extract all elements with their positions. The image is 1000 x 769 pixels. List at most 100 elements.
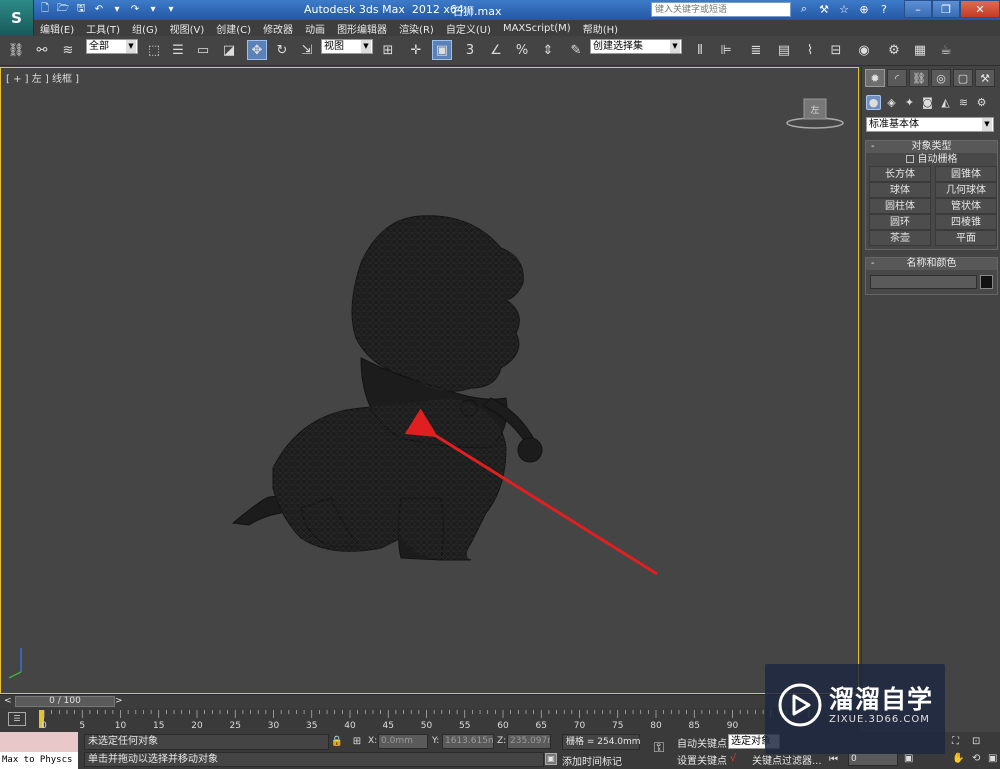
customize-qa-icon[interactable]: ▾ — [164, 2, 178, 16]
add-time-tag[interactable]: 添加时间标记 — [562, 753, 622, 768]
undo-icon[interactable]: ↶ — [92, 2, 106, 16]
material-editor-icon[interactable]: ◉ — [854, 40, 874, 60]
menu-graph-editors[interactable]: 图形编辑器 — [331, 21, 393, 36]
select-manipulate-icon[interactable]: ✛ — [406, 40, 426, 60]
sign-in-icon[interactable]: ⊕ — [857, 2, 871, 16]
rendered-frame-window-icon[interactable]: ▦ — [910, 40, 930, 60]
maximize-viewport-icon[interactable]: ▣ — [988, 753, 997, 764]
align-icon[interactable]: ⊫ — [716, 40, 736, 60]
auto-key-button[interactable]: 自动关键点 — [677, 735, 727, 750]
named-selection-dropdown[interactable]: 创建选择集 ▼ — [590, 39, 682, 54]
curve-editor-icon[interactable]: ⌇ — [800, 40, 820, 60]
bind-space-warp-icon[interactable]: ≋ — [58, 40, 78, 60]
pan-icon[interactable]: ✋ — [952, 753, 964, 764]
track-bar[interactable]: ☰ 0 5 10 15 20 25 30 35 40 45 50 55 60 65 70 75 80 85 90 — [0, 708, 859, 732]
display-tab-icon[interactable]: ▢ — [953, 69, 973, 87]
menu-rendering[interactable]: 渲染(R) — [393, 21, 440, 36]
absolute-mode-icon[interactable]: ⊞ — [350, 735, 364, 749]
window-crossing-icon[interactable]: ◪ — [219, 40, 239, 60]
y-coordinate-field[interactable]: 1613.615m — [442, 734, 494, 749]
time-config-icon[interactable]: ▣ — [904, 753, 913, 764]
category-dropdown[interactable]: 标准基本体 ▼ — [866, 117, 994, 132]
undo-dropdown-icon[interactable]: ▾ — [110, 2, 124, 16]
zoom-extents-icon[interactable]: ⛶ — [952, 736, 959, 747]
time-slider[interactable]: < 0 / 100 > — [0, 694, 859, 708]
minimize-icon[interactable]: – — [904, 0, 932, 18]
space-warps-icon[interactable]: ≋ — [956, 95, 971, 110]
sphere-button[interactable]: 球体 — [869, 182, 931, 198]
autogrid-checkbox[interactable]: 自动栅格 — [866, 153, 997, 166]
graphite-tools-icon[interactable]: ▤ — [774, 40, 794, 60]
menu-maxscript[interactable]: MAXScript(M) — [497, 23, 577, 34]
help-icon[interactable]: ? — [877, 2, 891, 16]
go-to-start-icon[interactable]: ⏮ — [829, 754, 838, 765]
snaps-toggle-icon[interactable]: 3 — [460, 40, 480, 60]
menu-edit[interactable]: 编辑(E) — [34, 21, 80, 36]
prev-frame-icon[interactable]: < — [4, 696, 12, 706]
menu-help[interactable]: 帮助(H) — [577, 21, 624, 36]
menu-animation[interactable]: 动画 — [299, 21, 331, 36]
star-icon[interactable]: ☆ — [837, 2, 851, 16]
redo-icon[interactable]: ↷ — [128, 2, 142, 16]
pivot-center-icon[interactable]: ⊞ — [378, 40, 398, 60]
app-logo-button[interactable]: S — [0, 0, 34, 36]
frame-ruler[interactable]: 0 5 10 15 20 25 30 35 40 45 50 55 60 65 70 75 80 85 90 — [42, 708, 822, 732]
cylinder-button[interactable]: 圆柱体 — [869, 198, 931, 214]
menu-create[interactable]: 创建(C) — [210, 21, 257, 36]
name-color-header[interactable]: - 名称和颜色 — [866, 258, 997, 270]
maxscript-listener-input[interactable]: Max to Physcs ( — [0, 752, 78, 769]
torus-button[interactable]: 圆环 — [869, 214, 931, 230]
mirror-icon[interactable]: ⫴ — [690, 40, 710, 60]
menu-customize[interactable]: 自定义(U) — [440, 21, 497, 36]
select-and-move-icon[interactable]: ✥ — [247, 40, 267, 60]
select-by-name-icon[interactable]: ☰ — [168, 40, 188, 60]
angle-snap-icon[interactable]: ∠ — [486, 40, 506, 60]
utilities-tab-icon[interactable]: ⚒ — [975, 69, 995, 87]
schematic-view-icon[interactable]: ⊟ — [826, 40, 846, 60]
select-and-scale-icon[interactable]: ⇲ — [297, 40, 317, 60]
restore-icon[interactable]: ❐ — [932, 0, 960, 18]
helpers-icon[interactable]: ◭ — [938, 95, 953, 110]
lock-icon[interactable]: 🔒 — [330, 735, 344, 749]
keyboard-shortcut-override-icon[interactable]: ▣ — [432, 40, 452, 60]
current-frame-field[interactable]: 0 — [848, 752, 898, 766]
select-object-icon[interactable]: ⬚ — [144, 40, 164, 60]
modify-tab-icon[interactable]: ◜ — [887, 69, 907, 87]
object-color-swatch[interactable] — [980, 275, 993, 289]
menu-group[interactable]: 组(G) — [126, 21, 164, 36]
object-name-input[interactable] — [870, 275, 977, 289]
next-frame-icon[interactable]: > — [115, 696, 123, 706]
set-key-icon[interactable]: ⚿ — [648, 740, 670, 756]
link-icon[interactable]: ⛓ — [6, 40, 26, 60]
render-production-icon[interactable]: ☕ — [936, 40, 956, 60]
teapot-button[interactable]: 茶壶 — [869, 230, 931, 246]
redo-dropdown-icon[interactable]: ▾ — [146, 2, 160, 16]
lion-wireframe-model[interactable] — [1, 68, 858, 693]
reference-coordinate-dropdown[interactable]: 视图 ▼ — [321, 39, 373, 54]
tools-icon[interactable]: ⚒ — [817, 2, 831, 16]
z-coordinate-field[interactable]: 235.097mm — [507, 734, 551, 749]
mini-curve-editor-icon[interactable]: ☰ — [8, 712, 26, 726]
geometry-icon[interactable]: ● — [866, 95, 881, 110]
selection-filter-dropdown[interactable]: 全部 ▼ — [86, 39, 138, 54]
plane-button[interactable]: 平面 — [935, 230, 997, 246]
new-file-icon[interactable]: 🗋 — [38, 2, 52, 16]
box-button[interactable]: 长方体 — [869, 166, 931, 182]
lights-icon[interactable]: ✦ — [902, 95, 917, 110]
render-setup-icon[interactable]: ⚙ — [884, 40, 904, 60]
geosphere-button[interactable]: 几何球体 — [935, 182, 997, 198]
rectangular-selection-icon[interactable]: ▭ — [193, 40, 213, 60]
save-icon[interactable]: 🖫 — [74, 2, 88, 16]
layer-manager-icon[interactable]: ≣ — [746, 40, 766, 60]
close-icon[interactable]: ✕ — [960, 0, 1000, 18]
shapes-icon[interactable]: ◈ — [884, 95, 899, 110]
unlink-icon[interactable]: ⚯ — [32, 40, 52, 60]
hierarchy-tab-icon[interactable]: ⛓ — [909, 69, 929, 87]
key-filters-button[interactable]: 关键点过滤器... — [752, 752, 822, 767]
set-key-button[interactable]: 设置关键点 — [677, 752, 727, 767]
motion-tab-icon[interactable]: ◎ — [931, 69, 951, 87]
menu-tools[interactable]: 工具(T) — [80, 21, 126, 36]
menu-views[interactable]: 视图(V) — [164, 21, 211, 36]
percent-snap-icon[interactable]: % — [512, 40, 532, 60]
x-coordinate-field[interactable]: 0.0mm — [378, 734, 428, 749]
